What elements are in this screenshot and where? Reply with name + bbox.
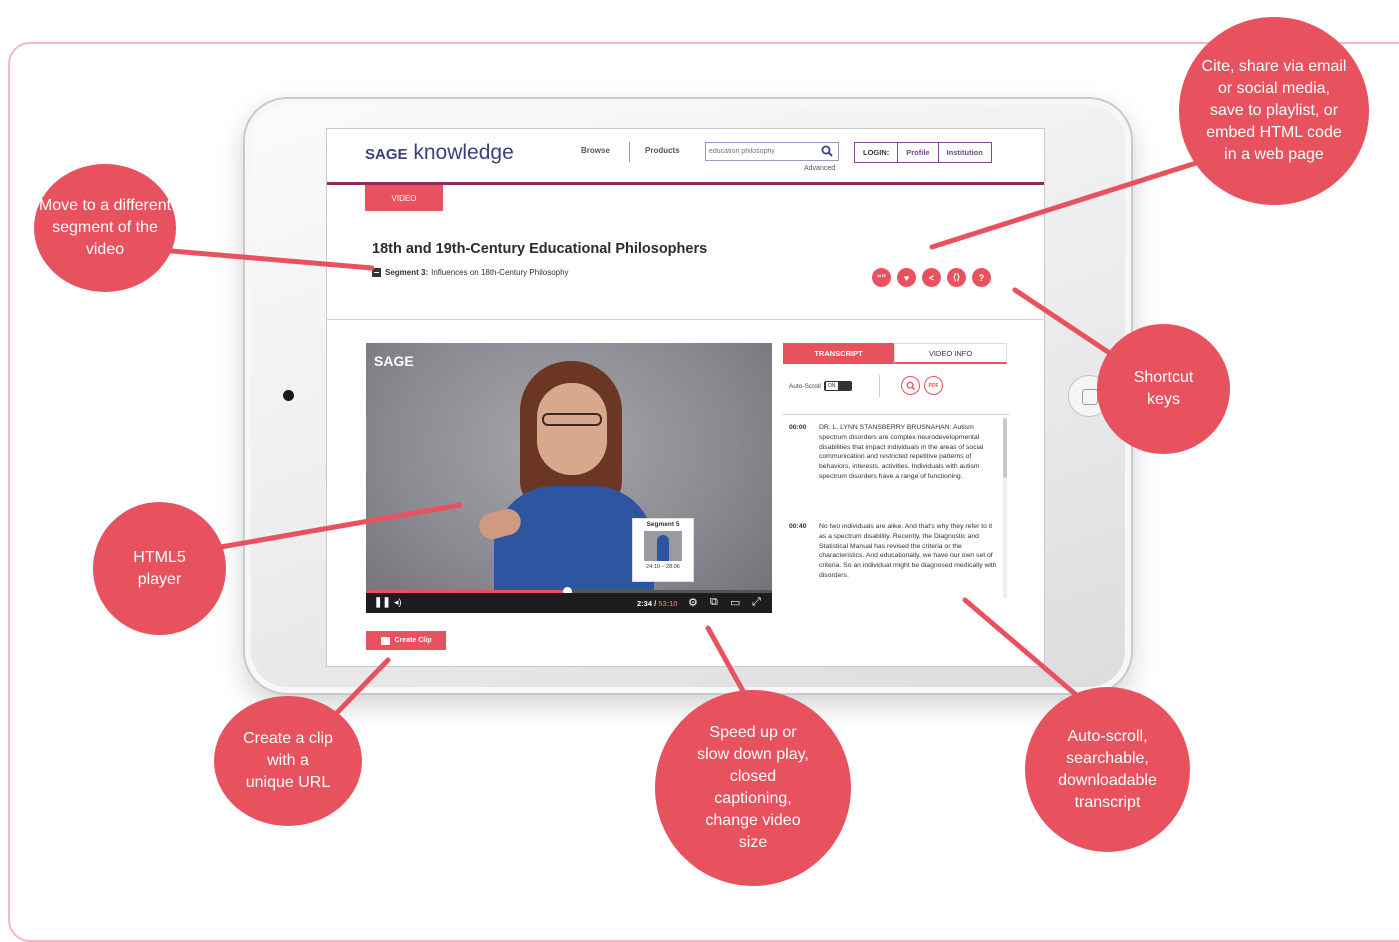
transcript-scroll-thumb[interactable] <box>1003 418 1007 478</box>
create-clip-button[interactable]: Create Clip <box>366 631 446 650</box>
transcript-search-icon[interactable] <box>901 376 920 395</box>
create-clip-label: Create Clip <box>394 637 432 644</box>
tab-transcript[interactable]: TRANSCRIPT <box>783 343 894 364</box>
help-icon[interactable]: ? <box>972 268 991 287</box>
player-controls: ❚❚ ◂) 2:34 / 53:10 ⚙ ⧉ ▭ ⤢ <box>366 593 772 613</box>
embed-icon[interactable]: ⟨⟩ <box>947 268 966 287</box>
time-total: 53:10 <box>658 599 678 608</box>
transcript-tool-separator <box>879 375 880 397</box>
video-type-tab[interactable]: VIDEO <box>365 185 443 211</box>
transcript-timestamp[interactable]: 00:00 <box>789 423 815 433</box>
popout-icon[interactable]: ⧉ <box>710 596 718 609</box>
heart-icon[interactable]: ♥ <box>897 268 916 287</box>
transcript-text: No two individuals are alike. And that's… <box>819 523 997 579</box>
clip-icon <box>380 636 390 645</box>
nav-products[interactable]: Products <box>645 146 680 155</box>
callout-create-clip: Create a clip with a unique URL <box>214 696 362 826</box>
callout-html5-player: HTML5 player <box>93 502 226 635</box>
nav-separator <box>629 142 630 162</box>
transcript-tabs: TRANSCRIPT VIDEO INFO <box>783 343 1007 364</box>
theater-mode-icon[interactable]: ▭ <box>730 596 740 609</box>
pause-icon[interactable]: ❚❚ <box>374 597 391 608</box>
transcript-timestamp[interactable]: 00:40 <box>789 522 815 532</box>
speaker-figure <box>476 361 654 613</box>
camera-dot <box>283 390 294 401</box>
action-icons: “” ♥ < ⟨⟩ ? <box>872 268 991 287</box>
nav-browse[interactable]: Browse <box>581 146 610 155</box>
video-watermark: SAGE <box>374 353 414 369</box>
fullscreen-icon[interactable]: ⤢ <box>752 596 761 609</box>
callout-segment: Move to a different segment of the video <box>34 164 176 292</box>
transcript-top-rule <box>783 414 1009 415</box>
cite-icon[interactable]: “” <box>872 268 891 287</box>
time-display: 2:34 / 53:10 <box>637 599 678 608</box>
segment-label: Segment 3: <box>385 268 429 277</box>
logo-brand: SAGE <box>365 146 408 163</box>
auto-scroll-control: Auto-Scroll <box>789 381 852 391</box>
segment-preview: Segment 5 24:10 – 28:06 <box>632 518 694 582</box>
preview-range: 24:10 – 28:06 <box>646 564 680 570</box>
pdf-download-icon[interactable]: PDF <box>924 376 943 395</box>
callout-transcript: Auto-scroll, searchable, downloadable tr… <box>1025 687 1190 852</box>
sage-knowledge-logo[interactable]: SAGE knowledge <box>365 141 514 165</box>
time-current: 2:34 <box>637 599 653 608</box>
search-icon[interactable] <box>821 145 833 157</box>
page-title: 18th and 19th-Century Educational Philos… <box>372 241 708 257</box>
section-divider <box>327 319 1044 320</box>
video-player[interactable]: SAGE Segment 5 24:10 – 28:06 ❚❚ ◂) 2:34 … <box>366 343 772 613</box>
auto-scroll-toggle[interactable] <box>823 381 852 391</box>
profile-button[interactable]: Profile <box>898 143 939 162</box>
search-box <box>705 142 839 161</box>
segment-selector[interactable]: Segment 3: Influences on 18th-Century Ph… <box>372 268 569 277</box>
auto-scroll-label: Auto-Scroll <box>789 382 821 390</box>
preview-thumbnail <box>644 531 682 561</box>
transcript-text: DR. L. LYNN STANSBERRY BRUSNAHAN: Autism… <box>819 424 984 480</box>
settings-gear-icon[interactable]: ⚙ <box>688 596 698 609</box>
segment-title: Influences on 18th-Century Philosophy <box>431 268 569 277</box>
preview-title: Segment 5 <box>646 521 680 528</box>
tablet-screen: SAGE knowledge Browse Products Advanced … <box>326 128 1045 667</box>
tab-video-info[interactable]: VIDEO INFO <box>894 343 1007 364</box>
callout-shortcut-keys: Shortcut keys <box>1097 324 1230 454</box>
volume-icon[interactable]: ◂) <box>394 597 402 608</box>
segment-toggle-icon[interactable] <box>372 268 381 277</box>
callout-player-controls: Speed up or slow down play, closed capti… <box>655 690 851 886</box>
search-input[interactable] <box>709 145 814 158</box>
login-bar: LOGIN: Profile Institution <box>854 142 992 163</box>
share-icon[interactable]: < <box>922 268 941 287</box>
login-label: LOGIN: <box>855 143 899 162</box>
logo-suffix: knowledge <box>413 141 514 164</box>
institution-button[interactable]: Institution <box>939 143 991 162</box>
advanced-search-link[interactable]: Advanced <box>804 165 835 172</box>
callout-cite-share: Cite, share via email or social media, s… <box>1179 17 1369 205</box>
